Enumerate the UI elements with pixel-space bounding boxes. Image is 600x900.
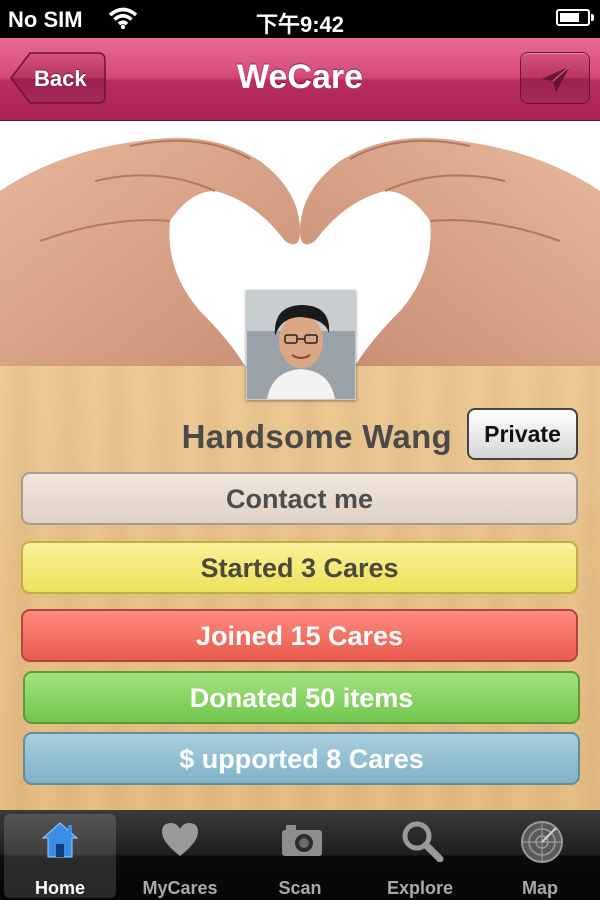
- tab-bar: Home MyCares Scan Explore Map: [0, 810, 600, 900]
- clock: 下午9:42: [255, 12, 345, 37]
- tab-mycares[interactable]: MyCares: [124, 814, 236, 898]
- tab-home-label: Home: [34, 878, 85, 898]
- avatar-photo: [247, 291, 355, 399]
- battery-icon: [556, 9, 594, 26]
- share-button[interactable]: [520, 52, 590, 104]
- page-title: WeCare: [237, 58, 363, 96]
- privacy-button[interactable]: Private: [467, 408, 578, 460]
- tab-scan[interactable]: Scan: [244, 814, 356, 898]
- profile-name: Handsome Wang: [181, 418, 452, 455]
- camera-icon: [282, 825, 322, 856]
- heart-icon: [162, 823, 198, 856]
- magnifier-icon: [402, 821, 444, 862]
- tab-mycares-label: MyCares: [142, 878, 218, 898]
- tab-home[interactable]: Home: [4, 814, 116, 898]
- tab-explore[interactable]: Explore: [364, 814, 476, 898]
- tab-map[interactable]: Map: [484, 814, 596, 898]
- tab-scan-label: Scan: [278, 878, 322, 898]
- joined-cares-button[interactable]: Joined 15 Cares: [21, 609, 578, 662]
- avatar[interactable]: [246, 290, 356, 400]
- started-cares-button[interactable]: Started 3 Cares: [21, 541, 578, 594]
- navigation-bar: Back WeCare: [0, 38, 600, 121]
- radar-icon: [521, 821, 563, 863]
- donated-items-button[interactable]: Donated 50 items: [23, 671, 580, 724]
- tab-map-label: Map: [522, 878, 558, 898]
- status-bar: No SIM 下午9:42: [0, 0, 600, 38]
- supported-cares-button[interactable]: $ upported 8 Cares: [23, 732, 580, 785]
- send-icon: [542, 65, 571, 92]
- contact-me-button[interactable]: Contact me: [21, 472, 578, 525]
- tab-explore-label: Explore: [386, 878, 454, 898]
- home-icon: [41, 822, 79, 858]
